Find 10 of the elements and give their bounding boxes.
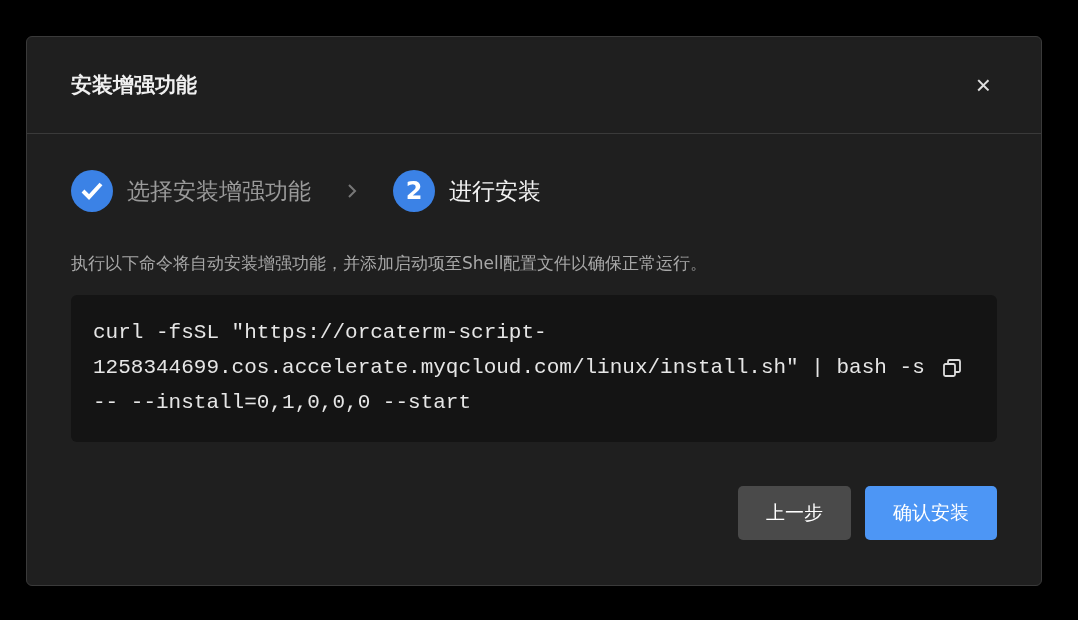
close-button[interactable]: ×	[975, 72, 991, 98]
step-label: 选择安装增强功能	[127, 176, 311, 206]
step-label: 进行安装	[449, 176, 541, 206]
back-button[interactable]: 上一步	[738, 486, 851, 540]
chevron-icon	[347, 183, 357, 199]
copy-icon[interactable]	[942, 357, 962, 378]
step-number: 2	[393, 170, 435, 212]
dialog-title: 安装增强功能	[71, 72, 197, 99]
command-text: curl -fsSL "https://orcaterm-script-1258344699.cos.accelerate.myqcloud.com/linux/install.sh" | bash -s -- --install=0,1,0,0,0 --start	[93, 320, 926, 416]
description: 执行以下命令将自动安装增强功能，并添加启动项至Shell配置文件以确保正常运行。	[71, 252, 709, 275]
